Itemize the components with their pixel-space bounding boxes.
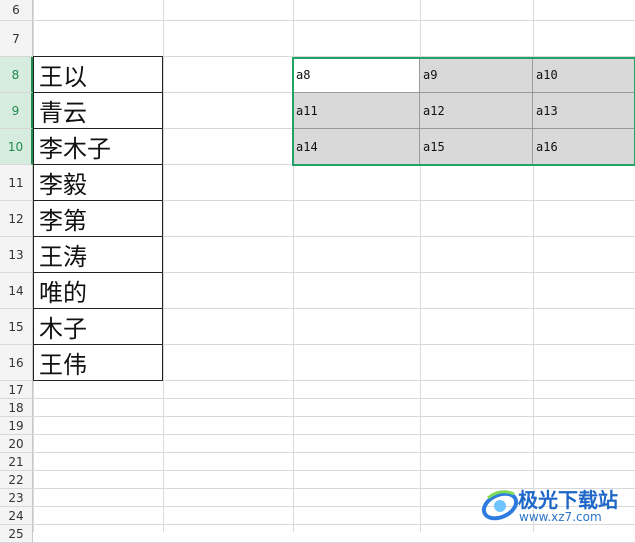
row-header-12[interactable]: 12 (0, 201, 33, 237)
grid-cell[interactable]: a10 (533, 57, 635, 93)
watermark-url: www.xz7.com (519, 510, 602, 524)
row-gridline (33, 416, 635, 417)
name-cell[interactable]: 青云 (33, 93, 163, 129)
row-header-11[interactable]: 11 (0, 165, 33, 201)
watermark-logo: 极光下载站 www.xz7.com (478, 478, 635, 532)
name-cell[interactable]: 李毅 (33, 165, 163, 201)
row-header-10[interactable]: 10 (0, 129, 33, 165)
row-header-21[interactable]: 21 (0, 453, 33, 471)
row-gridline (33, 20, 635, 21)
aurora-logo-icon (481, 490, 519, 521)
row-header-23[interactable]: 23 (0, 489, 33, 507)
row-header-19[interactable]: 19 (0, 417, 33, 435)
row-header-6[interactable]: 6 (0, 0, 33, 21)
name-cell[interactable]: 李第 (33, 201, 163, 237)
name-cell[interactable]: 王涛 (33, 237, 163, 273)
row-header-14[interactable]: 14 (0, 273, 33, 309)
row-header-13[interactable]: 13 (0, 237, 33, 273)
row-header-24[interactable]: 24 (0, 507, 33, 525)
row-gridline (33, 398, 635, 399)
grid-cell[interactable]: a14 (293, 129, 420, 165)
row-header-15[interactable]: 15 (0, 309, 33, 345)
spreadsheet-grid[interactable]: 6 7 8 9 10 11 12 13 14 15 16 17 18 19 20 21 22 23 24 25 王以青… (0, 0, 635, 543)
name-cell[interactable]: 李木子 (33, 129, 163, 165)
row-header-20[interactable]: 20 (0, 435, 33, 453)
row-header-8[interactable]: 8 (0, 57, 33, 93)
grid-cell[interactable]: a12 (420, 93, 533, 129)
grid-cell[interactable]: a8 (293, 57, 420, 93)
grid-cell[interactable]: a15 (420, 129, 533, 165)
row-header-25[interactable]: 25 (0, 525, 33, 543)
row-header-22[interactable]: 22 (0, 471, 33, 489)
grid-cell[interactable]: a9 (420, 57, 533, 93)
row-header-9[interactable]: 9 (0, 93, 33, 129)
row-gridline (33, 434, 635, 435)
row-header-17[interactable]: 17 (0, 381, 33, 399)
row-header-16[interactable]: 16 (0, 345, 33, 381)
row-header-18[interactable]: 18 (0, 399, 33, 417)
grid-cell[interactable]: a16 (533, 129, 635, 165)
row-header-7[interactable]: 7 (0, 21, 33, 57)
name-cell[interactable]: 唯的 (33, 273, 163, 309)
name-cell[interactable]: 王伟 (33, 345, 163, 381)
grid-cell[interactable]: a11 (293, 93, 420, 129)
name-cell[interactable]: 王以 (33, 56, 163, 93)
grid-cell[interactable]: a13 (533, 93, 635, 129)
name-cell[interactable]: 木子 (33, 309, 163, 345)
row-gridline (33, 452, 635, 453)
watermark-title: 极光下载站 (518, 488, 618, 512)
row-gridline (33, 470, 635, 471)
